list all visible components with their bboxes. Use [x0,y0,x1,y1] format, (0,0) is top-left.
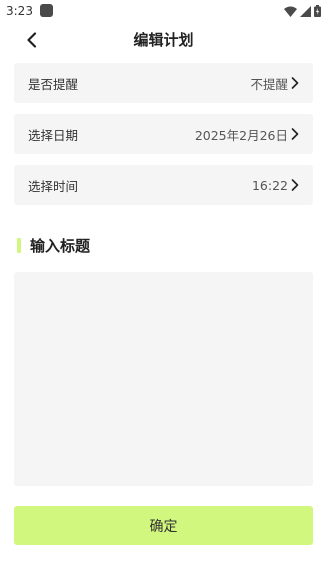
time-label: 选择时间 [28,178,79,194]
section-accent-bar [17,237,21,253]
status-time: 3:23 [6,4,33,18]
chevron-right-icon [291,128,299,140]
status-icons [284,4,321,18]
status-bar: 3:23 [0,0,327,22]
chevron-right-icon [291,179,299,191]
reminder-label: 是否提醒 [28,76,79,92]
time-value-group: 16:22 [252,178,299,193]
confirm-button[interactable]: 确定 [14,506,313,545]
header: 编辑计划 [0,26,327,54]
date-value-group: 2025年2月26日 [195,125,299,144]
date-label: 选择日期 [28,127,79,143]
edit-plan-screen: 3:23 编辑计划 是否提醒 不提醒 选择日期 2025年2月26日 选择时间 … [0,0,327,581]
battery-icon [314,5,321,17]
date-value: 2025年2月26日 [194,127,288,143]
wifi-icon [284,6,297,17]
time-row[interactable]: 选择时间 16:22 [14,165,313,205]
signal-icon [300,5,311,17]
section-title: 输入标题 [30,236,91,255]
chevron-right-icon [291,77,299,89]
reminder-value-group: 不提醒 [250,74,299,93]
title-section-heading: 输入标题 [17,235,90,255]
app-notification-icon [40,4,53,17]
reminder-row[interactable]: 是否提醒 不提醒 [14,63,313,103]
date-row[interactable]: 选择日期 2025年2月26日 [14,114,313,154]
page-title: 编辑计划 [133,31,194,49]
reminder-value: 不提醒 [250,76,288,92]
time-value: 16:22 [251,177,288,193]
title-input[interactable] [14,272,313,486]
